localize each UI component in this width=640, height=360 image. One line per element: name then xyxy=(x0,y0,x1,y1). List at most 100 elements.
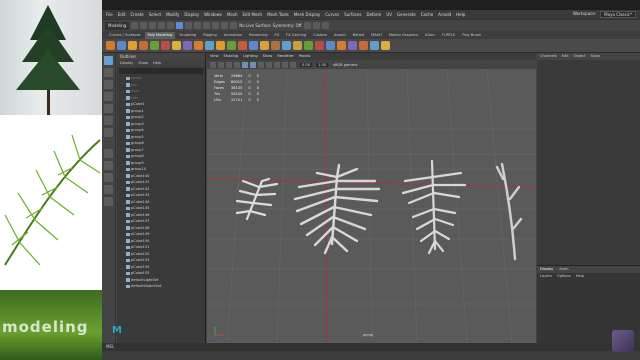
menu-mesh-tools[interactable]: Mesh Tools xyxy=(267,12,289,17)
shelf-tab[interactable]: Sculpting xyxy=(176,32,199,39)
cb-menu-edit[interactable]: Edit xyxy=(562,53,569,60)
shelf-tab[interactable]: Custom xyxy=(310,32,330,39)
center-pivot-icon[interactable] xyxy=(381,41,390,50)
redo-icon[interactable] xyxy=(167,22,175,29)
poly-plane-icon[interactable] xyxy=(150,41,159,50)
shelf-tab[interactable]: TURTLE xyxy=(439,32,459,39)
vp-menu-lighting[interactable]: Lighting xyxy=(243,53,258,60)
shelf-tab[interactable]: XGen xyxy=(422,32,438,39)
shelf-tab[interactable]: Rendering xyxy=(246,32,270,39)
bevel-icon[interactable] xyxy=(271,41,280,50)
ipr-render-icon[interactable] xyxy=(312,22,320,29)
menuset-dropdown[interactable]: Modeling xyxy=(105,21,130,30)
bridge-icon[interactable] xyxy=(260,41,269,50)
poly-cube-icon[interactable] xyxy=(117,41,126,50)
poly-sphere-icon[interactable] xyxy=(106,41,115,50)
menu-mesh-display[interactable]: Mesh Display xyxy=(294,12,321,17)
poly-cone-icon[interactable] xyxy=(139,41,148,50)
menu-windows[interactable]: Windows xyxy=(204,12,222,17)
gamma-field[interactable]: 1.00 xyxy=(316,62,329,67)
two-pane-icon[interactable] xyxy=(104,173,113,182)
menu-modify[interactable]: Modify xyxy=(166,12,179,17)
move-tool-icon[interactable] xyxy=(104,92,113,101)
cb-menu-show[interactable]: Show xyxy=(590,53,600,60)
outliner-menu-help[interactable]: Help xyxy=(153,60,161,67)
textured-icon[interactable] xyxy=(258,61,264,68)
cb-menu-channels[interactable]: Channels xyxy=(540,53,557,60)
shadows-icon[interactable] xyxy=(274,61,280,68)
snap-surface-icon[interactable] xyxy=(230,22,238,29)
open-scene-icon[interactable] xyxy=(140,22,148,29)
menu-create[interactable]: Create xyxy=(130,12,143,17)
menu-file[interactable]: File xyxy=(106,12,113,17)
shelf-tab[interactable]: Motion Graphics xyxy=(386,32,421,39)
vp-menu-panels[interactable]: Panels xyxy=(299,53,311,60)
rotate-tool-icon[interactable] xyxy=(104,104,113,113)
shelf-tab[interactable]: Bifrost xyxy=(350,32,368,39)
shelf-tab-active[interactable]: Poly Modeling xyxy=(144,31,176,39)
vp-menu-renderer[interactable]: Renderer xyxy=(277,53,293,60)
command-language-label[interactable]: MEL xyxy=(106,344,114,349)
quad-draw-icon[interactable] xyxy=(315,41,324,50)
target-weld-icon[interactable] xyxy=(304,41,313,50)
menu-arnold[interactable]: Arnold xyxy=(438,12,451,17)
vp-menu-show[interactable]: Show xyxy=(263,53,273,60)
mirror-icon[interactable] xyxy=(238,41,247,50)
render-icon[interactable] xyxy=(303,22,311,29)
symmetry-label[interactable]: Symmetry: Off xyxy=(273,23,302,28)
boolean-icon[interactable] xyxy=(227,41,236,50)
camera-attributes-icon[interactable] xyxy=(210,61,216,68)
menu-deform[interactable]: Deform xyxy=(366,12,381,17)
new-scene-icon[interactable] xyxy=(131,22,139,29)
xray-icon[interactable] xyxy=(282,61,288,68)
layer-menu-options[interactable]: Options xyxy=(557,273,571,280)
menu-generate[interactable]: Generate xyxy=(397,12,416,17)
perspective-viewport[interactable]: View Shading Lighting Show Renderer Pane… xyxy=(207,53,536,343)
menu-uv[interactable]: UV xyxy=(386,12,392,17)
snap-together-icon[interactable] xyxy=(370,41,379,50)
last-tool-icon[interactable] xyxy=(104,128,113,137)
menu-display[interactable]: Display xyxy=(184,12,199,17)
extrude-icon[interactable] xyxy=(249,41,258,50)
use-lights-icon[interactable] xyxy=(266,61,272,68)
image-plane-icon[interactable] xyxy=(226,61,232,68)
wireframe-icon[interactable] xyxy=(242,61,248,68)
poly-cylinder-icon[interactable] xyxy=(128,41,137,50)
shelf-tab[interactable]: Rigging xyxy=(200,32,220,39)
insert-edge-loop-icon[interactable] xyxy=(293,41,302,50)
select-component-icon[interactable] xyxy=(194,22,202,29)
shelf-tab[interactable]: Poly Brush xyxy=(459,32,484,39)
undo-icon[interactable] xyxy=(158,22,166,29)
snap-grid-icon[interactable] xyxy=(203,22,211,29)
smooth-icon[interactable] xyxy=(216,41,225,50)
multi-cut-icon[interactable] xyxy=(282,41,291,50)
separate-icon[interactable] xyxy=(205,41,214,50)
menu-select[interactable]: Select xyxy=(149,12,161,17)
layer-tab-display[interactable]: Display xyxy=(540,266,553,273)
shelf-tab[interactable]: MASH xyxy=(368,32,385,39)
paint-select-icon[interactable] xyxy=(104,80,113,89)
vp-menu-shading[interactable]: Shading xyxy=(224,53,239,60)
command-line[interactable]: MEL xyxy=(102,343,640,351)
shelf-tab[interactable]: Animation xyxy=(221,32,245,39)
snap-curve-icon[interactable] xyxy=(212,22,220,29)
shelf-tab[interactable]: Arnold xyxy=(331,32,349,39)
menu-help[interactable]: Help xyxy=(456,12,465,17)
isolate-select-icon[interactable] xyxy=(290,61,296,68)
workspace-dropdown[interactable]: Maya Classic* xyxy=(600,11,636,18)
four-pane-icon[interactable] xyxy=(104,161,113,170)
grid-icon[interactable] xyxy=(234,61,240,68)
layer-tab-anim[interactable]: Anim xyxy=(559,266,568,273)
outliner-menu-show[interactable]: Show xyxy=(138,60,148,67)
smooth-shade-icon[interactable] xyxy=(250,61,256,68)
poly-disc-icon[interactable] xyxy=(172,41,181,50)
menu-cache[interactable]: Cache xyxy=(421,12,433,17)
render-settings-icon[interactable] xyxy=(321,22,329,29)
select-object-icon[interactable] xyxy=(185,22,193,29)
select-tool-icon[interactable] xyxy=(104,56,113,65)
shelf-tab[interactable]: FX Caching xyxy=(283,32,309,39)
menu-edit-mesh[interactable]: Edit Mesh xyxy=(243,12,263,17)
layer-menu-help[interactable]: Help xyxy=(576,273,584,280)
outliner-layout-icon[interactable] xyxy=(104,185,113,194)
platonic-solid-icon[interactable] xyxy=(183,41,192,50)
